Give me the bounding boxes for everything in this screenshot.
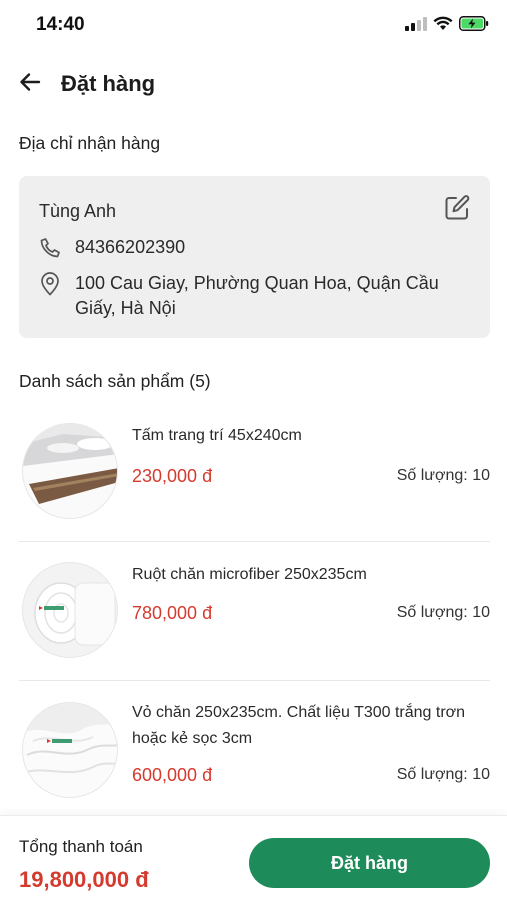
product-item[interactable]: Tấm trang trí 45x240cm 230,000 đ Số lượn… [19,421,490,525]
place-order-button[interactable]: Đặt hàng [249,838,490,888]
product-quantity: Số lượng: 10 [396,604,490,621]
back-button[interactable] [14,68,46,100]
product-name: Vỏ chăn 250x235cm. Chất liệu T300 trắng … [132,704,466,747]
product-quantity: Số lượng: 10 [396,766,490,783]
wifi-icon [433,16,453,36]
arrow-left-icon [19,72,41,97]
product-price: 230,000 đ [132,466,213,486]
bed-runner-image [22,423,118,519]
total-label: Tổng thanh toán [19,837,143,856]
app-header: Đặt hàng [0,62,507,106]
recipient-phone: 84366202390 [75,237,186,257]
product-quantity: Số lượng: 10 [396,467,490,484]
page-title: Đặt hàng [61,71,156,96]
cellular-signal-icon [405,16,427,36]
checkout-footer: Tổng thanh toán 19,800,000 đ Đặt hàng [0,815,507,900]
product-price: 600,000 đ [132,765,213,785]
duvet-insert-image [22,562,118,658]
product-name: Ruột chăn microfiber 250x235cm [132,566,367,583]
product-item[interactable]: Vỏ chăn 250x235cm. Chất liệu T300 trắng … [19,698,490,808]
address-section-title: Địa chỉ nhận hàng [19,133,161,153]
product-name: Tấm trang trí 45x240cm [132,427,302,444]
status-time: 14:40 [36,14,85,35]
edit-address-button[interactable] [442,194,472,227]
recipient-address: 100 Cau Giay, Phường Quan Hoa, Quận Cầu … [75,273,439,318]
product-price: 780,000 đ [132,603,213,623]
battery-charging-icon [459,16,489,36]
location-pin-icon [39,272,61,296]
divider [19,541,490,542]
products-section-title: Danh sách sản phẩm (5) [19,371,211,391]
status-icons [405,16,489,36]
status-bar: 14:40 [0,0,507,50]
product-item[interactable]: Ruột chăn microfiber 250x235cm 780,000 đ… [19,560,490,664]
address-card: Tùng Anh 84366202390 100 Cau Giay, Phườn… [19,176,490,338]
divider [19,680,490,681]
phone-icon [39,236,61,260]
edit-icon [443,194,471,227]
total-value: 19,800,000 đ [19,867,149,892]
recipient-name: Tùng Anh [39,201,117,221]
duvet-cover-image [22,702,118,798]
